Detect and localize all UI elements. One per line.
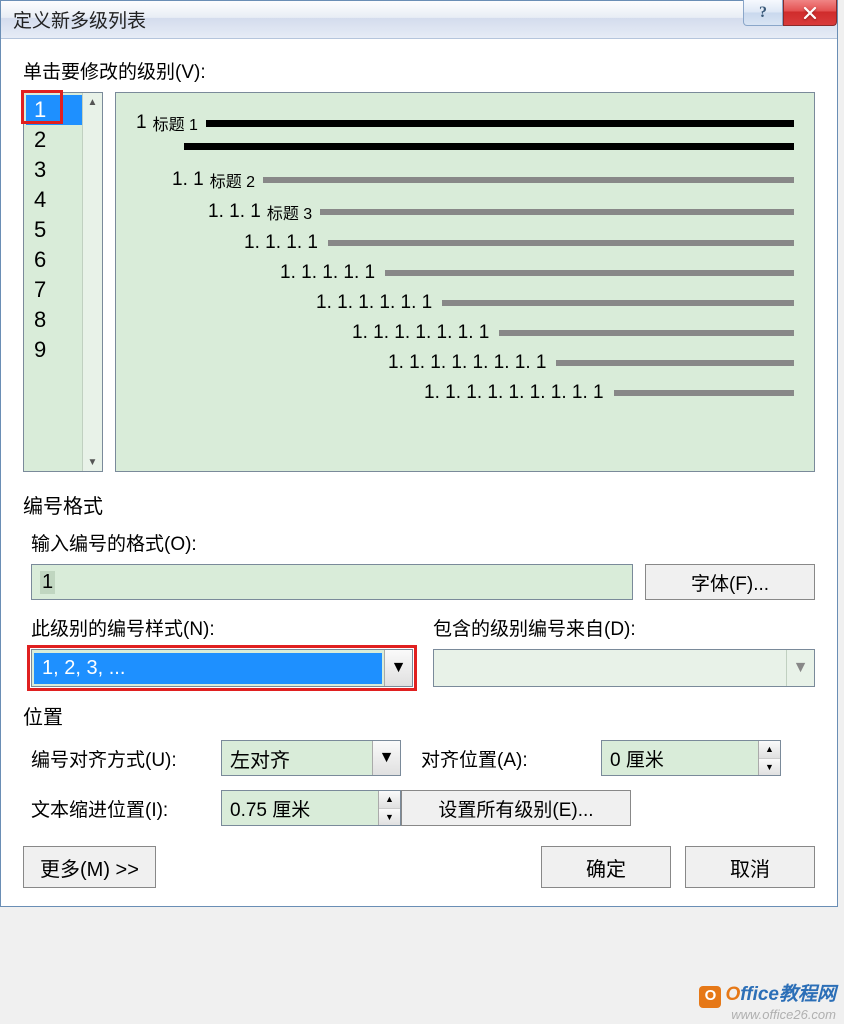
- align-at-label: 对齐位置(A):: [401, 745, 601, 772]
- watermark: OOffice教程网 www.office26.com: [699, 985, 836, 1022]
- preview-rule: [328, 240, 794, 246]
- level-list[interactable]: 123456789 ▲ ▼: [23, 92, 103, 472]
- font-button[interactable]: 字体(F)...: [645, 564, 815, 600]
- preview-rule: [499, 330, 794, 336]
- top-row: 123456789 ▲ ▼ 1标题 11. 1标题 21. 1. 1标题 31.…: [23, 92, 815, 472]
- titlebar: 定义新多级列表 ?: [1, 1, 837, 39]
- click-level-text: 单击要修改的级别(V):: [23, 62, 206, 83]
- preview-line: 1. 1. 1. 1. 1: [280, 262, 794, 284]
- include-from-label: 包含的级别编号来自(D):: [433, 614, 815, 641]
- number-style-combo[interactable]: 1, 2, 3, ... ▼: [31, 649, 413, 687]
- preview-rule: [614, 390, 794, 396]
- preview-rule: [556, 360, 794, 366]
- preview-box: 1 标题 1 1. 1 标题 2 1. 1. 1 标题 3 1. 1. 1. 1 1. 1. …: [115, 92, 815, 472]
- align-at-input[interactable]: 0 厘米 ▲ ▼: [601, 740, 781, 776]
- preview-line: 1 标题 1: [136, 111, 794, 135]
- preview-rule: [263, 177, 794, 183]
- help-button[interactable]: ?: [743, 0, 783, 26]
- number-format-section: 编号格式: [23, 490, 815, 519]
- indent-input[interactable]: 0.75 厘米 ▲ ▼: [221, 790, 401, 826]
- format-input[interactable]: 1: [31, 564, 633, 600]
- preview-line: 1. 1. 1. 1. 1. 1. 1. 1: [388, 352, 794, 374]
- preview-number: 1. 1. 1. 1. 1: [280, 262, 375, 284]
- indent-label: 文本缩进位置(I):: [31, 795, 221, 822]
- include-from-combo: ▼: [433, 649, 815, 687]
- dialog-body: 单击要修改的级别(V): 123456789 ▲ ▼ 1 标题 1 1. 1 标题 2…: [1, 39, 837, 906]
- preview-rule: [184, 143, 794, 150]
- align-value: 左对齐: [222, 744, 372, 773]
- chevron-down-icon[interactable]: ▼: [372, 741, 400, 775]
- preview-number: 1. 1. 1. 1. 1. 1. 1. 1. 1: [424, 382, 604, 404]
- preview-number: 1: [136, 112, 147, 134]
- preview-number: 1. 1. 1. 1. 1. 1. 1: [352, 322, 489, 344]
- enter-format-label: 输入编号的格式(O):: [31, 529, 815, 556]
- align-label: 编号对齐方式(U):: [31, 745, 221, 772]
- preview-number: 1. 1. 1. 1: [244, 232, 318, 254]
- preview-number: 1. 1. 1. 1. 1. 1: [316, 292, 432, 314]
- scroll-down-icon[interactable]: ▼: [84, 453, 102, 471]
- preview-line: 1. 1. 1. 1. 1. 1: [316, 292, 794, 314]
- preview-line: 1. 1. 1. 1: [244, 232, 794, 254]
- preview-line: 1. 1 标题 2: [172, 168, 794, 192]
- preview-rule: [320, 209, 794, 215]
- help-icon: ?: [759, 4, 767, 22]
- click-level-label: 单击要修改的级别(V):: [23, 57, 815, 84]
- preview-rule: [206, 120, 794, 127]
- watermark-o: O: [725, 984, 740, 1005]
- format-value: 1: [40, 571, 55, 594]
- window-controls: ?: [743, 0, 837, 26]
- watermark-url: www.office26.com: [699, 1008, 836, 1022]
- preview-line: 1. 1. 1. 1. 1. 1. 1: [352, 322, 794, 344]
- preview-rule: [442, 300, 794, 306]
- preview-heading-label: 标题 3: [267, 200, 312, 224]
- chevron-down-icon: ▼: [786, 650, 814, 686]
- watermark-brand: ffice教程网: [740, 984, 836, 1005]
- align-at-value: 0 厘米: [602, 745, 758, 772]
- preview-number: 1. 1. 1: [208, 201, 261, 223]
- cancel-button[interactable]: 取消: [685, 846, 815, 888]
- spinner-down-icon[interactable]: ▼: [379, 809, 400, 826]
- set-all-levels-button[interactable]: 设置所有级别(E)...: [401, 790, 631, 826]
- ok-button[interactable]: 确定: [541, 846, 671, 888]
- preview-heading-label: 标题 1: [153, 111, 198, 135]
- scroll-up-icon[interactable]: ▲: [84, 93, 102, 111]
- close-icon: [803, 7, 817, 19]
- preview-number: 1. 1. 1. 1. 1. 1. 1. 1: [388, 352, 546, 374]
- spinner-down-icon[interactable]: ▼: [759, 759, 780, 776]
- level-scrollbar[interactable]: ▲ ▼: [82, 93, 102, 471]
- preview-heading-label: 标题 2: [210, 168, 255, 192]
- dialog-window: 定义新多级列表 ? 单击要修改的级别(V): 123456789 ▲ ▼: [0, 0, 838, 907]
- preview-rule: [385, 270, 794, 276]
- position-section: 位置: [23, 701, 815, 730]
- spinner-up-icon[interactable]: ▲: [759, 741, 780, 759]
- preview-line: 1. 1. 1. 1. 1. 1. 1. 1. 1: [424, 382, 794, 404]
- close-button[interactable]: [783, 0, 837, 26]
- number-style-value: 1, 2, 3, ...: [34, 653, 382, 684]
- window-title: 定义新多级列表: [13, 6, 146, 33]
- more-button[interactable]: 更多(M) >>: [23, 846, 156, 888]
- preview-line: 1. 1. 1 标题 3: [208, 200, 794, 224]
- watermark-badge: O: [699, 986, 721, 1008]
- chevron-down-icon[interactable]: ▼: [384, 650, 412, 686]
- indent-value: 0.75 厘米: [222, 795, 378, 822]
- align-combo[interactable]: 左对齐 ▼: [221, 740, 401, 776]
- preview-number: 1. 1: [172, 169, 204, 191]
- spinner-up-icon[interactable]: ▲: [379, 791, 400, 809]
- number-style-label: 此级别的编号样式(N):: [31, 614, 413, 641]
